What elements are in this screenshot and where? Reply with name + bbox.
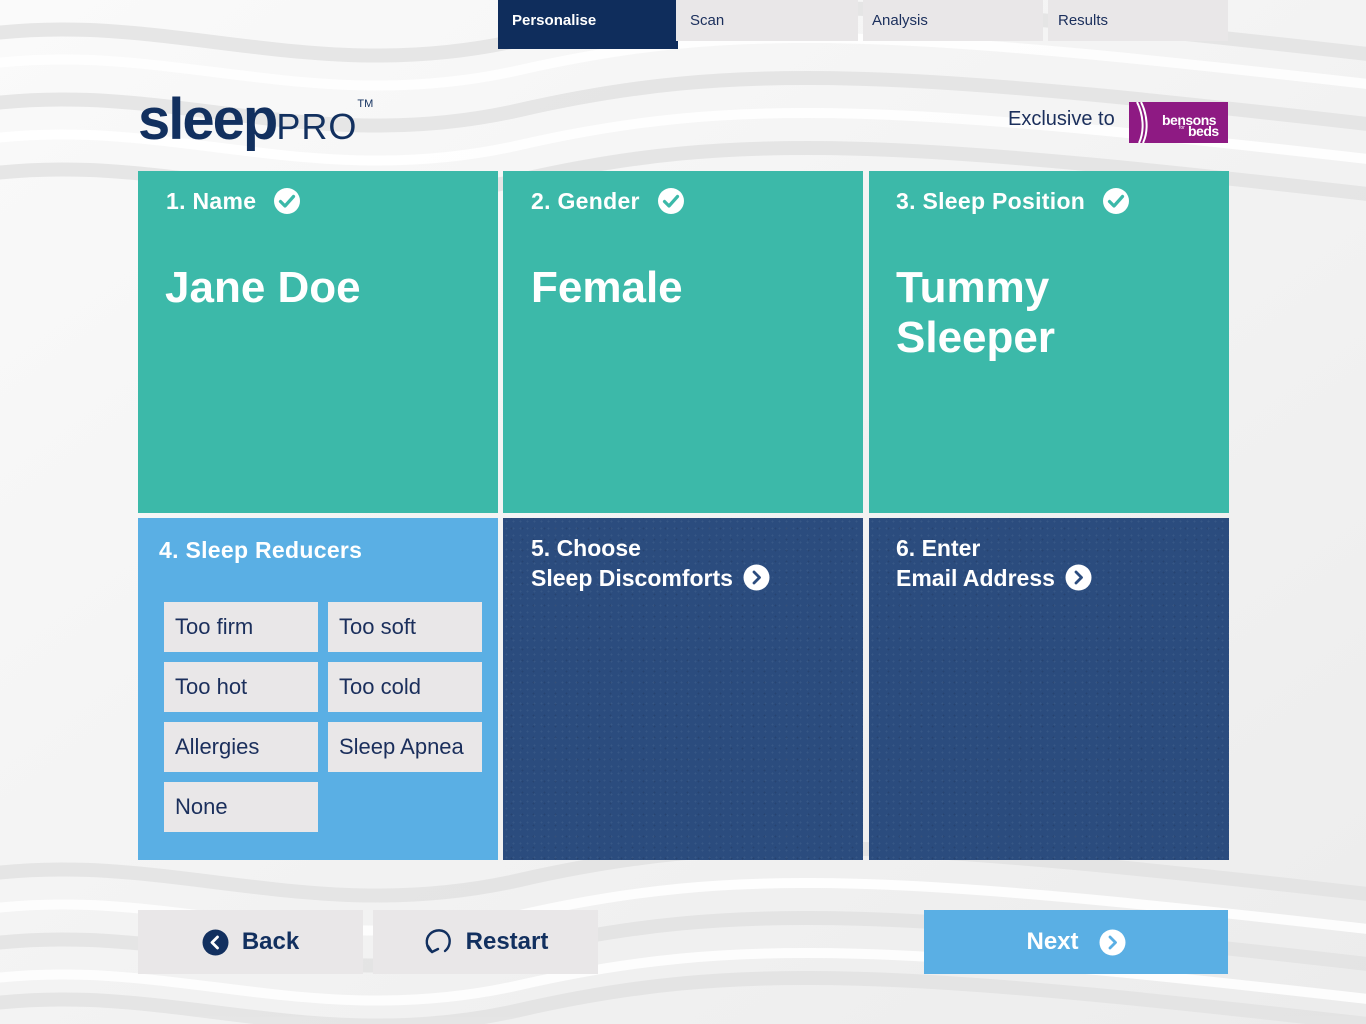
reducer-option-too-hot[interactable]: Too hot	[164, 662, 318, 712]
reducer-option-label: Too soft	[339, 614, 417, 639]
restart-button[interactable]: Restart	[373, 910, 598, 974]
tab-personalise[interactable]: Personalise	[498, 0, 678, 49]
reducer-option-too-cold[interactable]: Too cold	[328, 662, 482, 712]
sleep-reducers-title: 4. Sleep Reducers	[159, 537, 362, 564]
sleep-position-card[interactable]: 3. Sleep Position Tummy Sleeper	[869, 171, 1229, 513]
sleep-position-value-line2: Sleeper	[896, 313, 1055, 362]
partner-name-small: for	[1179, 125, 1185, 131]
sleep-reducers-card: 4. Sleep Reducers Too firm Too soft Too …	[138, 518, 498, 860]
tab-results[interactable]: Results	[1048, 0, 1228, 41]
check-circle-icon	[1103, 188, 1130, 214]
email-address-title: 6. Enter Email Address	[896, 533, 1092, 593]
name-card-title: 1. Name	[166, 187, 301, 215]
check-circle-icon	[274, 188, 301, 214]
email-address-title-line1: 6. Enter	[896, 535, 981, 561]
logo-pro-text: PRO	[276, 106, 358, 147]
sleeppro-logo: sleepPROTM	[138, 86, 374, 152]
chevron-left-circle-icon	[202, 929, 229, 955]
tab-label: Scan	[690, 12, 725, 29]
sleep-reducers-title-text: 4. Sleep Reducers	[159, 537, 363, 563]
tab-scan[interactable]: Scan	[676, 0, 858, 41]
tab-label: Analysis	[872, 12, 928, 29]
sleep-discomforts-title-line2: Sleep Discomforts	[531, 565, 733, 591]
exclusive-to-label: Exclusive to	[1008, 108, 1115, 130]
reducer-option-none[interactable]: None	[164, 782, 318, 832]
reducer-option-label: Too hot	[175, 674, 248, 699]
chevron-right-circle-icon	[1065, 564, 1092, 591]
reducer-option-too-soft[interactable]: Too soft	[328, 602, 482, 652]
email-address-title-line2: Email Address	[896, 565, 1055, 591]
reducer-option-label: Sleep Apnea	[339, 734, 464, 759]
gender-card[interactable]: 2. Gender Female	[503, 171, 863, 513]
next-button[interactable]: Next	[924, 910, 1228, 974]
back-button-label: Back	[241, 928, 300, 955]
gender-value: Female	[531, 263, 683, 312]
reducer-option-label: Too firm	[175, 614, 254, 639]
tab-label: Personalise	[512, 12, 597, 29]
reducer-option-allergies[interactable]: Allergies	[164, 722, 318, 772]
tab-analysis[interactable]: Analysis	[863, 0, 1043, 41]
sleep-discomforts-title-line1: 5. Choose	[531, 535, 641, 561]
sleep-position-value-line1: Tummy	[896, 263, 1050, 312]
chevron-right-circle-icon	[743, 564, 770, 591]
chevron-right-circle-icon	[1099, 929, 1126, 955]
name-value: Jane Doe	[165, 263, 361, 312]
restart-icon	[425, 929, 451, 954]
reducer-option-label: Too cold	[339, 674, 421, 699]
sleep-position-card-title: 3. Sleep Position	[896, 187, 1130, 215]
email-address-card[interactable]: 6. Enter Email Address	[869, 518, 1229, 860]
gender-card-title: 2. Gender	[531, 187, 685, 215]
sleep-discomforts-title: 5. Choose Sleep Discomforts	[531, 533, 770, 593]
restart-button-label: Restart	[465, 928, 549, 955]
check-circle-icon	[657, 188, 684, 214]
back-button[interactable]: Back	[138, 910, 363, 974]
name-card-title-text: 1. Name	[166, 187, 257, 214]
logo-sleep-text: sleep	[138, 87, 278, 152]
partner-swoosh-icon	[1136, 102, 1148, 143]
sleep-position-card-title-text: 3. Sleep Position	[896, 187, 1086, 214]
tab-label: Results	[1058, 12, 1109, 29]
reducer-option-sleep-apnea[interactable]: Sleep Apnea	[328, 722, 482, 772]
next-button-label: Next	[1026, 928, 1079, 955]
sleep-discomforts-card[interactable]: 5. Choose Sleep Discomforts	[503, 518, 863, 860]
sleep-position-value: Tummy Sleeper	[896, 263, 1055, 363]
partner-name-line2: beds	[1188, 123, 1219, 139]
reducer-option-too-firm[interactable]: Too firm	[164, 602, 318, 652]
gender-card-title-text: 2. Gender	[531, 187, 640, 214]
name-card[interactable]: 1. Name Jane Doe	[138, 171, 498, 513]
bensons-for-beds-logo: bensons for beds	[1129, 102, 1228, 143]
reducer-option-label: Allergies	[175, 734, 260, 759]
logo-tm-text: TM	[357, 98, 374, 110]
reducer-option-label: None	[175, 794, 228, 819]
